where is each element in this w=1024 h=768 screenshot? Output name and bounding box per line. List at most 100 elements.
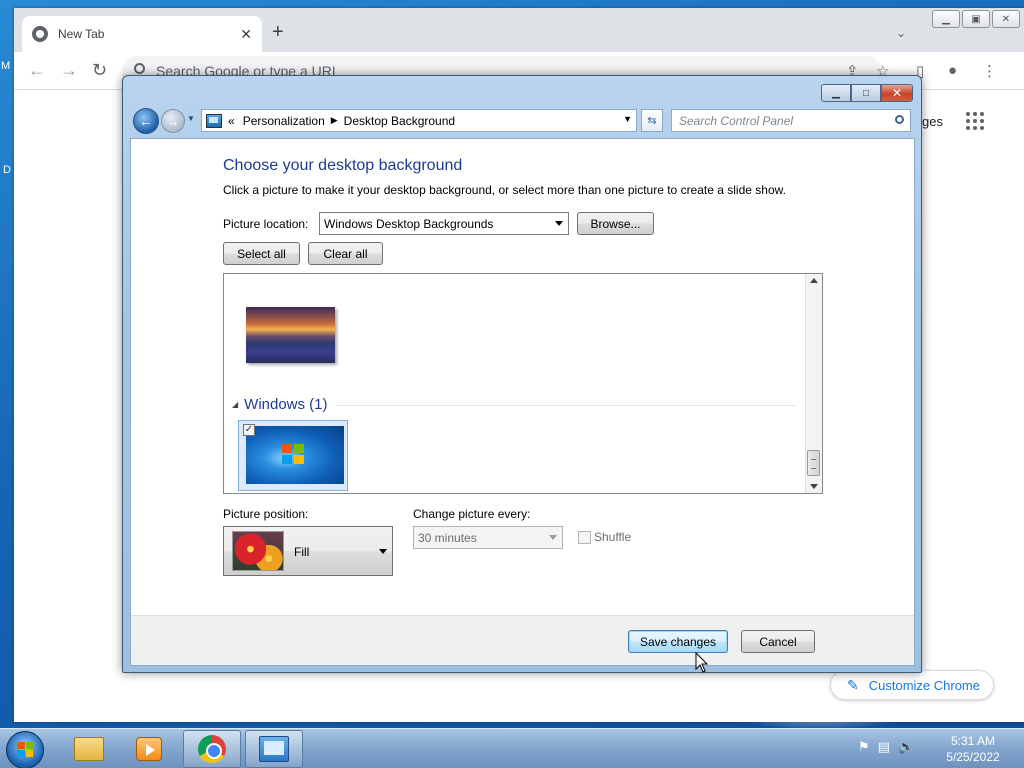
window-caption-buttons: ▁ □ ✕ <box>821 84 913 102</box>
tab-search-icon[interactable]: ⌄ <box>896 26 906 40</box>
close-icon[interactable]: ✕ <box>881 84 913 102</box>
clock-date: 5/25/2022 <box>946 750 1000 764</box>
search-icon <box>134 63 145 74</box>
windows-logo-icon <box>282 444 304 464</box>
maximize-icon[interactable]: □ <box>851 84 881 102</box>
picture-location-dropdown[interactable]: Windows Desktop Backgrounds <box>319 212 569 235</box>
scroll-down-icon[interactable] <box>810 484 818 489</box>
forward-icon[interactable]: → <box>161 109 185 133</box>
select-all-button[interactable]: Select all <box>223 242 300 265</box>
close-icon[interactable]: ✕ <box>992 10 1020 28</box>
back-icon[interactable]: ← <box>28 60 46 80</box>
chevron-down-icon <box>549 535 557 540</box>
tab-title: New Tab <box>58 27 105 41</box>
control-panel-window: ▁ □ ✕ ← → ▼ « Personalization ▶ Desktop … <box>122 75 922 673</box>
taskbar-clock[interactable]: 5:31 AM 5/25/2022 <box>930 733 1016 765</box>
change-picture-label: Change picture every: <box>413 507 531 521</box>
address-bar[interactable]: « Personalization ▶ Desktop Background ▼ <box>201 109 637 132</box>
lake-sunset-thumbnail[interactable] <box>246 307 335 363</box>
windows-wallpaper-tile[interactable]: ✓ <box>238 420 348 491</box>
breadcrumb-prefix[interactable]: « <box>228 114 235 128</box>
mouse-cursor-icon <box>695 652 709 673</box>
picture-gallery[interactable]: ◢ Windows (1) ✓ <box>223 273 823 494</box>
dialog-content: Choose your desktop background Click a p… <box>130 138 915 666</box>
cancel-button[interactable]: Cancel <box>741 630 815 653</box>
control-panel-icon <box>206 113 222 128</box>
shuffle-checkbox[interactable] <box>578 531 591 544</box>
minimize-icon[interactable]: ▁ <box>932 10 960 28</box>
picture-location-label: Picture location: <box>223 217 309 231</box>
system-tray: ⚑ ▤ 🔈 <box>858 739 914 755</box>
recent-pages-icon[interactable]: ▼ <box>187 114 195 123</box>
clock-time: 5:31 AM <box>950 734 996 748</box>
scroll-thumb[interactable] <box>807 450 820 476</box>
tab-new-tab[interactable]: New Tab ✕ <box>22 16 262 52</box>
breadcrumb-desktop-background[interactable]: Desktop Background <box>344 114 455 128</box>
taskbar-windows-explorer[interactable] <box>60 730 118 768</box>
start-button[interactable] <box>6 731 44 768</box>
breadcrumb-separator-icon[interactable]: ▶ <box>331 115 338 126</box>
folder-icon <box>74 737 104 761</box>
profile-icon[interactable]: ● <box>948 62 957 79</box>
search-control-panel-input[interactable]: Search Control Panel <box>671 109 911 132</box>
picture-location-value: Windows Desktop Backgrounds <box>324 216 494 231</box>
new-tab-icon[interactable]: + <box>272 22 284 42</box>
group-title: Windows (1) <box>244 396 328 413</box>
desktop-icon-label-partial: D <box>3 164 11 176</box>
breadcrumb-personalization[interactable]: Personalization <box>243 114 325 128</box>
refresh-icon[interactable]: ⇆ <box>641 109 663 132</box>
control-panel-icon <box>259 736 289 762</box>
forward-icon[interactable]: → <box>60 60 78 80</box>
taskbar-google-chrome[interactable] <box>183 730 241 768</box>
images-link[interactable]: ges <box>922 114 943 129</box>
chevron-down-icon <box>379 549 387 554</box>
reload-icon[interactable]: ↻ <box>92 60 107 80</box>
picture-position-label: Picture position: <box>223 507 309 521</box>
minimize-icon[interactable]: ▁ <box>821 84 851 102</box>
explorer-navigation-bar: ← → ▼ « Personalization ▶ Desktop Backgr… <box>131 106 913 136</box>
picture-checkbox[interactable]: ✓ <box>243 424 255 436</box>
chrome-icon <box>198 735 226 763</box>
taskbar-control-panel[interactable] <box>245 730 303 768</box>
search-icon[interactable] <box>895 115 904 124</box>
page-description: Click a picture to make it your desktop … <box>223 183 786 197</box>
chrome-favicon-icon <box>32 26 48 42</box>
chevron-down-icon[interactable]: ▼ <box>623 114 632 124</box>
change-picture-value: 30 minutes <box>418 530 477 545</box>
pencil-icon: ✎ <box>847 676 859 693</box>
picture-position-dropdown[interactable]: Fill <box>223 526 393 576</box>
chevron-down-icon <box>555 221 563 226</box>
chrome-window-controls: ▁ ▣ ✕ <box>932 10 1020 28</box>
windows-logo-icon <box>17 742 33 757</box>
gallery-scrollbar[interactable] <box>805 274 822 493</box>
group-header-windows[interactable]: ◢ Windows (1) <box>232 396 328 413</box>
close-tab-icon[interactable]: ✕ <box>240 26 252 43</box>
save-changes-button[interactable]: Save changes <box>628 630 728 653</box>
volume-icon[interactable]: 🔈 <box>898 739 914 755</box>
taskbar: ⚑ ▤ 🔈 5:31 AM 5/25/2022 <box>0 728 1024 768</box>
group-divider <box>336 405 796 406</box>
flower-preview-icon <box>232 531 284 571</box>
search-placeholder: Search Control Panel <box>679 113 794 128</box>
change-picture-interval-dropdown[interactable]: 30 minutes <box>413 526 563 549</box>
menu-icon[interactable]: ⋮ <box>982 62 997 80</box>
shuffle-label[interactable]: Shuffle <box>594 530 631 544</box>
action-center-icon[interactable]: ⚑ <box>858 739 870 755</box>
browse-button[interactable]: Browse... <box>577 212 654 235</box>
picture-position-value: Fill <box>294 545 310 559</box>
scroll-up-icon[interactable] <box>810 278 818 283</box>
desktop-icon-label-partial: M <box>1 60 11 72</box>
customize-chrome-button[interactable]: ✎ Customize Chrome <box>830 670 994 700</box>
windows-wallpaper-thumbnail <box>246 426 344 484</box>
dialog-footer: Save changes Cancel <box>131 615 914 665</box>
clear-all-button[interactable]: Clear all <box>308 242 383 265</box>
apps-grid-icon[interactable] <box>966 112 984 130</box>
back-icon[interactable]: ← <box>133 108 159 134</box>
page-title: Choose your desktop background <box>223 157 463 174</box>
customize-chrome-label: Customize Chrome <box>868 677 980 693</box>
network-icon[interactable]: ▤ <box>878 739 890 755</box>
restore-icon[interactable]: ▣ <box>962 10 990 28</box>
media-player-icon <box>136 737 162 761</box>
collapse-triangle-icon[interactable]: ◢ <box>232 400 238 409</box>
taskbar-media-player[interactable] <box>120 730 178 768</box>
